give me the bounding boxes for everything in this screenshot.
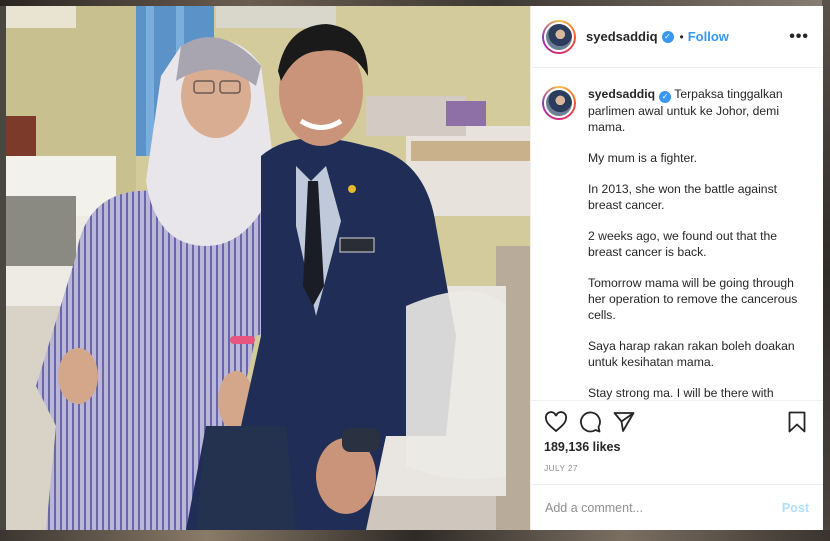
post-header: syedsaddiq ✓ • Follow ••• — [531, 6, 823, 68]
avatar[interactable] — [542, 19, 576, 54]
backdrop-bottom — [0, 530, 830, 541]
caption-line: Tomorrow mama will be going through her … — [588, 276, 798, 322]
caption-line: Saya harap rakan rakan boleh doakan untu… — [588, 339, 795, 369]
verified-badge-icon: ✓ — [661, 30, 674, 43]
separator-dot: • — [679, 29, 684, 44]
action-bar — [544, 401, 809, 443]
backdrop-right — [822, 0, 830, 541]
caption-line: Stay strong ma. I will be there with — [588, 386, 774, 400]
caption-line: 2 weeks ago, we found out that the breas… — [588, 229, 778, 259]
comment-input[interactable] — [545, 500, 782, 515]
caption-scroll-area[interactable]: syedsaddiq ✓ Terpaksa tinggalkan parlimen… — [531, 68, 823, 400]
photo-illustration — [6, 6, 530, 530]
actions-section: 189,136 likes JULY 27 — [531, 400, 823, 479]
caption-line: In 2013, she won the battle against brea… — [588, 182, 778, 212]
follow-button[interactable]: Follow — [688, 29, 729, 44]
caption-username[interactable]: syedsaddiq — [588, 87, 655, 101]
more-options-icon[interactable]: ••• — [789, 28, 809, 46]
verified-badge-icon: ✓ — [659, 91, 672, 103]
caption-paragraph: syedsaddiq ✓ Terpaksa tinggalkan parlimen… — [588, 86, 806, 135]
caption-line: My mum is a fighter. — [588, 151, 698, 165]
comment-bar: Post — [531, 484, 823, 530]
post-photo — [6, 6, 530, 530]
likes-count[interactable]: 189,136 likes — [544, 440, 809, 454]
post-comment-button[interactable]: Post — [782, 501, 809, 515]
comment-icon[interactable] — [578, 410, 602, 434]
username-link[interactable]: syedsaddiq — [586, 29, 658, 44]
bookmark-icon[interactable] — [785, 410, 809, 434]
post-side-panel: syedsaddiq ✓ • Follow ••• syedsaddiq ✓ Te… — [530, 6, 823, 530]
caption-text: syedsaddiq ✓ Terpaksa tinggalkan parlimen… — [588, 86, 806, 400]
post-modal: syedsaddiq ✓ • Follow ••• syedsaddiq ✓ Te… — [6, 6, 823, 530]
caption-avatar[interactable] — [542, 86, 576, 120]
post-date[interactable]: JULY 27 — [544, 463, 809, 479]
heart-icon[interactable] — [544, 410, 568, 434]
paper-plane-icon[interactable] — [612, 410, 636, 434]
